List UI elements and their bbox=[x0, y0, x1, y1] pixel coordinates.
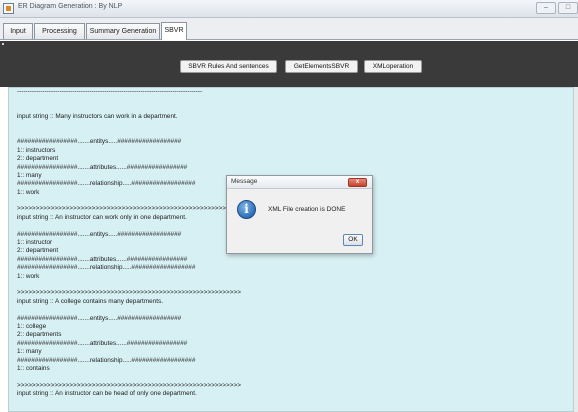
tab-bar: Input Processing Summary Generation SBVR bbox=[0, 18, 578, 40]
window-controls: – □ bbox=[536, 2, 578, 14]
output-line: 1:: instructor bbox=[17, 239, 53, 247]
tab-processing[interactable]: Processing bbox=[34, 23, 85, 39]
output-line: #################.......entitys.....####… bbox=[17, 230, 182, 238]
output-line: #################.......relationship....… bbox=[17, 180, 196, 188]
dialog-title-bar: Message x bbox=[227, 176, 372, 189]
output-line: #################.......attributes......… bbox=[17, 255, 188, 263]
output-line: #################.......relationship....… bbox=[17, 356, 196, 364]
app-icon bbox=[3, 3, 14, 14]
output-lines: ----------------------------------------… bbox=[17, 88, 241, 398]
maximize-icon[interactable]: □ bbox=[558, 2, 578, 14]
info-icon: i bbox=[237, 200, 256, 219]
close-icon[interactable]: x bbox=[348, 178, 367, 187]
output-line: input string :: An instructor can work o… bbox=[17, 213, 187, 221]
toolbar: SBVR Rules And sentences GetElementsSBVR… bbox=[0, 41, 578, 87]
xml-operation-button[interactable]: XMLoperation bbox=[364, 60, 422, 73]
output-line: >>>>>>>>>>>>>>>>>>>>>>>>>>>>>>>>>>>>>>>>… bbox=[17, 289, 241, 297]
output-line: ----------------------------------------… bbox=[17, 88, 203, 95]
window-title-bar: ER Diagram Generation : By NLP – □ bbox=[0, 0, 578, 18]
output-line: input string :: A college contains many … bbox=[17, 297, 164, 305]
ok-button[interactable]: OK bbox=[343, 234, 363, 246]
minimize-icon[interactable]: – bbox=[536, 2, 556, 14]
output-line: 2:: departments bbox=[17, 331, 62, 339]
get-elements-sbvr-button[interactable]: GetElementsSBVR bbox=[285, 60, 358, 73]
output-line: 1:: work bbox=[17, 188, 40, 196]
dialog-title: Message bbox=[231, 178, 258, 185]
window-title: ER Diagram Generation : By NLP bbox=[18, 3, 123, 10]
output-line: 1:: many bbox=[17, 348, 42, 356]
toolbar-marker bbox=[2, 43, 4, 45]
message-dialog: Message x i XML File creation is DONE OK bbox=[226, 175, 373, 254]
output-line: 1:: many bbox=[17, 171, 42, 179]
output-line: #################.......relationship....… bbox=[17, 264, 196, 272]
output-line: 2:: department bbox=[17, 155, 59, 163]
output-line: #################.......attributes......… bbox=[17, 163, 188, 171]
output-line: 1:: contains bbox=[17, 364, 50, 372]
tab-summary-generation[interactable]: Summary Generation bbox=[86, 23, 160, 39]
output-line: input string :: An instructor can be hea… bbox=[17, 390, 197, 398]
tab-sbvr[interactable]: SBVR bbox=[161, 22, 187, 40]
vertical-scrollbar[interactable] bbox=[574, 87, 578, 412]
output-line: #################.......entitys.....####… bbox=[17, 138, 182, 146]
output-line: #################.......attributes......… bbox=[17, 339, 188, 347]
tab-input[interactable]: Input bbox=[3, 23, 33, 39]
output-line: 1:: instructors bbox=[17, 146, 56, 154]
output-line: 2:: department bbox=[17, 247, 59, 255]
sbvr-rules-button[interactable]: SBVR Rules And sentences bbox=[180, 60, 277, 73]
output-line: >>>>>>>>>>>>>>>>>>>>>>>>>>>>>>>>>>>>>>>>… bbox=[17, 381, 241, 389]
output-line: 1:: college bbox=[17, 322, 47, 330]
dialog-message: XML File creation is DONE bbox=[268, 206, 346, 213]
output-line: input string :: Many instructors can wor… bbox=[17, 113, 178, 121]
output-line: >>>>>>>>>>>>>>>>>>>>>>>>>>>>>>>>>>>>>>>>… bbox=[17, 205, 241, 213]
output-line: 1:: work bbox=[17, 272, 40, 280]
output-line: #################.......entitys.....####… bbox=[17, 314, 182, 322]
